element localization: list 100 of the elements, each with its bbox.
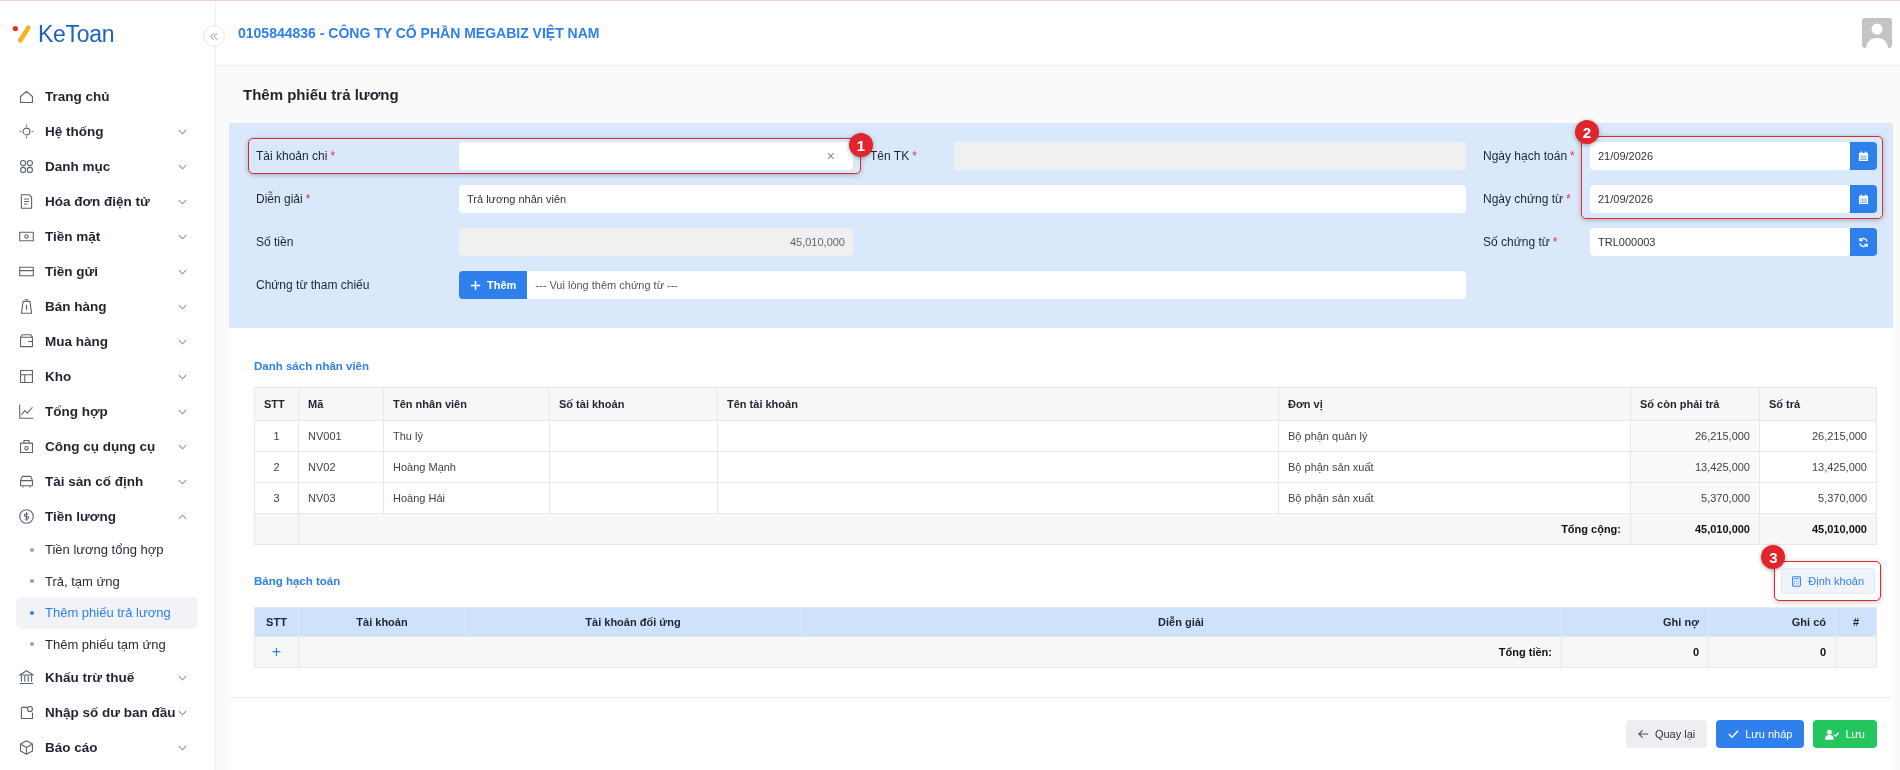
date-field[interactable]: 21/09/2026 [1590, 142, 1850, 170]
logo-text: KeToan [38, 20, 115, 48]
sidebar-item[interactable]: Danh mục [0, 149, 215, 184]
chevron-icon [178, 744, 187, 751]
sidebar-item[interactable]: Mua hàng [0, 324, 215, 359]
draft-button[interactable]: Lưu nháp [1716, 720, 1805, 748]
table-cell: Bộ phận sản xuất [1278, 451, 1631, 483]
add-button[interactable]: Thêm [459, 271, 528, 299]
submenu-item[interactable]: Tiền lương tổng hợp [16, 534, 198, 566]
column-header: Số còn phải trả [1630, 387, 1760, 421]
table-cell: Hoàng Mạnh [383, 451, 550, 483]
required-mark: * [330, 149, 336, 163]
menu-icon [18, 123, 35, 140]
table-cell: 26,215,000 [1759, 420, 1877, 452]
chevron-icon [178, 513, 187, 520]
chevron-icon [178, 674, 187, 681]
table-cell: Hoàng Hải [383, 482, 550, 514]
total-value: 45,010,000 [1630, 513, 1760, 545]
chevron-icon [178, 338, 187, 345]
logo-icon [12, 25, 34, 43]
required-mark: * [1552, 235, 1558, 249]
menu-icon [18, 298, 35, 315]
table-cell: 26,215,000 [1630, 420, 1760, 452]
sidebar-item[interactable]: Bán hàng [0, 289, 215, 324]
reference-field[interactable]: --- Vui lòng thêm chứng từ --- [527, 271, 1466, 299]
collapse-button[interactable] [203, 25, 225, 47]
menu-icon [18, 403, 35, 420]
calendar-icon[interactable] [1850, 185, 1877, 213]
column-header: STT [254, 607, 299, 637]
required-mark: * [912, 149, 917, 163]
field-label: Ngày hạch toán [1483, 149, 1568, 163]
account-select[interactable]: × [459, 142, 853, 170]
column-header: Ghi nợ [1561, 607, 1709, 637]
sidebar-item[interactable]: Kho [0, 359, 215, 394]
chevron-icon [178, 268, 187, 275]
table-cell: NV03 [298, 482, 384, 514]
sidebar-item[interactable]: Hệ thống [0, 114, 215, 149]
column-header: Số tài khoản [549, 387, 718, 421]
description-field[interactable]: Trả lương nhân viên [459, 185, 1466, 213]
chevron-icon [178, 408, 187, 415]
table-cell: NV02 [298, 451, 384, 483]
section-title: Danh sách nhân viên [254, 359, 371, 374]
total-value: 0 [1708, 636, 1836, 668]
menu-icon [18, 333, 35, 350]
required-mark: * [1566, 192, 1571, 206]
column-header: Tài khoản [298, 607, 466, 637]
column-header: Số trả [1759, 387, 1877, 421]
sidebar-item[interactable]: Báo cáo [0, 730, 215, 765]
check-icon [1728, 729, 1740, 739]
column-header: Ghi có [1708, 607, 1836, 637]
menu-icon [18, 669, 35, 686]
field-label: Số tiền [256, 235, 294, 249]
chevron-icon [178, 198, 187, 205]
table-cell: 5,370,000 [1759, 482, 1877, 514]
sidebar-item[interactable]: Tài sản cố định [0, 464, 215, 499]
total-label: Tổng tiền: [298, 636, 1562, 668]
submenu-item[interactable]: Thêm phiếu trả lương [16, 597, 198, 629]
sidebar-item[interactable]: Tổng hợp [0, 394, 215, 429]
menu-icon [18, 193, 35, 210]
page-title: Thêm phiếu trả lương [242, 85, 400, 105]
column-header: Mã [298, 387, 384, 421]
clear-icon[interactable]: × [826, 148, 835, 164]
refresh-icon[interactable] [1850, 228, 1877, 256]
table-cell: NV001 [298, 420, 384, 452]
submenu-item[interactable]: Thêm phiếu tạm ứng [16, 628, 198, 660]
plus-icon [470, 279, 481, 291]
chevron-icon [178, 303, 187, 310]
callout-number: 1 [849, 133, 873, 157]
back-button[interactable]: Quay lại [1625, 720, 1708, 748]
total-value: 0 [1561, 636, 1709, 668]
total-label: Tổng cộng: [298, 513, 1631, 545]
column-header: Tên nhân viên [383, 387, 550, 421]
chevron-icon [178, 128, 187, 135]
sidebar-item[interactable]: Công cụ dụng cụ [0, 429, 215, 464]
field-label: Ngày chứng từ [1483, 192, 1564, 206]
voucher-number-field[interactable]: TRL000003 [1590, 228, 1850, 256]
field-label: Tên TK [870, 149, 910, 163]
table-cell: 3 [254, 482, 299, 514]
sidebar-item[interactable]: Khấu trừ thuế [0, 660, 215, 695]
chevron-icon [178, 233, 187, 240]
table-cell: 13,425,000 [1759, 451, 1877, 483]
date-field[interactable]: 21/09/2026 [1590, 185, 1850, 213]
submenu-item[interactable]: Trả, tạm ứng [16, 565, 198, 597]
sidebar-item[interactable]: Nhập số dư ban đầu [0, 695, 215, 730]
section-title: Bảng hạch toán [254, 574, 341, 590]
sidebar-item[interactable]: Tiền mặt [0, 219, 215, 254]
posting-button[interactable]: Định khoản [1781, 568, 1875, 594]
sidebar-item[interactable]: Tiền gửi [0, 254, 215, 289]
sidebar-item[interactable]: Trang chủ [0, 79, 215, 114]
menu-icon [18, 508, 35, 525]
sidebar-item[interactable]: Tiền lương [0, 499, 215, 534]
arrow-left-icon [1637, 729, 1649, 739]
callout-number: 3 [1761, 545, 1786, 569]
column-header: Đơn vị [1278, 387, 1631, 421]
table-cell: 2 [254, 451, 299, 483]
menu-icon [18, 473, 35, 490]
add-row-button[interactable]: + [271, 643, 282, 660]
sidebar-item[interactable]: Hóa đơn điện tử [0, 184, 215, 219]
calendar-icon[interactable] [1850, 142, 1877, 170]
avatar-icon[interactable] [1862, 18, 1892, 48]
